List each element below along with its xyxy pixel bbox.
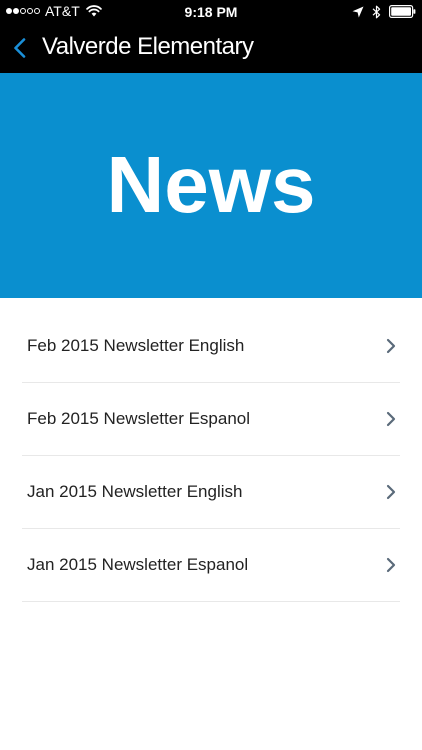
list-item[interactable]: Feb 2015 Newsletter English bbox=[22, 310, 400, 383]
list-item[interactable]: Jan 2015 Newsletter Espanol bbox=[22, 529, 400, 602]
banner-title: News bbox=[106, 140, 316, 229]
chevron-right-icon bbox=[386, 484, 396, 500]
list-item[interactable]: Feb 2015 Newsletter Espanol bbox=[22, 383, 400, 456]
navigation-bar: Valverde Elementary bbox=[0, 23, 422, 73]
list-item-label: Feb 2015 Newsletter Espanol bbox=[27, 409, 251, 428]
list-item[interactable]: Jan 2015 Newsletter English bbox=[22, 456, 400, 529]
back-button[interactable] bbox=[0, 23, 38, 73]
list-item-label: Jan 2015 Newsletter English bbox=[27, 482, 243, 501]
location-arrow-icon bbox=[352, 6, 364, 17]
list-item-label: Jan 2015 Newsletter Espanol bbox=[27, 555, 249, 574]
status-bar: AT&T 9:18 PM bbox=[0, 0, 422, 23]
battery-icon bbox=[389, 5, 416, 18]
bluetooth-icon bbox=[372, 5, 381, 18]
news-banner: News bbox=[0, 73, 422, 298]
chevron-left-icon bbox=[13, 38, 25, 58]
chevron-right-icon bbox=[386, 411, 396, 427]
list-item-label: Feb 2015 Newsletter English bbox=[27, 336, 245, 355]
chevron-right-icon bbox=[386, 557, 396, 573]
page-title: Valverde Elementary bbox=[42, 33, 254, 60]
status-right bbox=[352, 4, 416, 19]
chevron-right-icon bbox=[386, 338, 396, 354]
news-list: Feb 2015 Newsletter English Feb 2015 New… bbox=[22, 310, 400, 602]
